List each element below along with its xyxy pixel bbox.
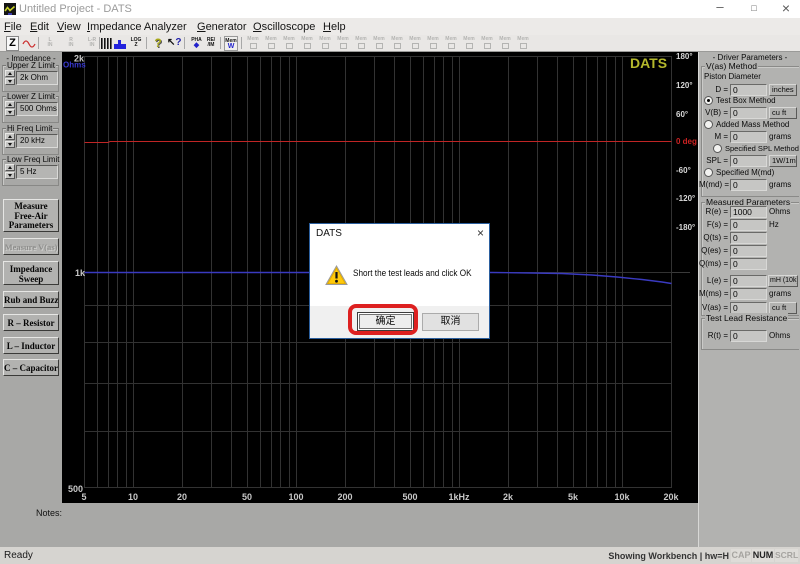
svg-text:20k: 20k: [663, 492, 679, 502]
svg-text:200: 200: [337, 492, 352, 502]
svg-text:1kHz: 1kHz: [448, 492, 470, 502]
svg-text:0 deg: 0 deg: [676, 137, 697, 146]
svg-text:10k: 10k: [614, 492, 630, 502]
svg-text:60°: 60°: [676, 110, 688, 119]
svg-text:100: 100: [288, 492, 303, 502]
svg-text:-180°: -180°: [676, 223, 695, 232]
svg-text:5k: 5k: [568, 492, 579, 502]
svg-text:2k: 2k: [503, 492, 514, 502]
svg-text:500: 500: [402, 492, 417, 502]
svg-text:180°: 180°: [676, 52, 693, 61]
svg-text:Ohms: Ohms: [63, 61, 86, 70]
svg-text:-60°: -60°: [676, 166, 691, 175]
svg-text:DATS: DATS: [630, 55, 667, 71]
svg-text:50: 50: [242, 492, 252, 502]
svg-text:10: 10: [128, 492, 138, 502]
svg-text:-120°: -120°: [676, 194, 695, 203]
svg-text:20: 20: [177, 492, 187, 502]
svg-text:1k: 1k: [75, 268, 86, 278]
svg-text:5: 5: [81, 492, 86, 502]
svg-text:120°: 120°: [676, 81, 693, 90]
